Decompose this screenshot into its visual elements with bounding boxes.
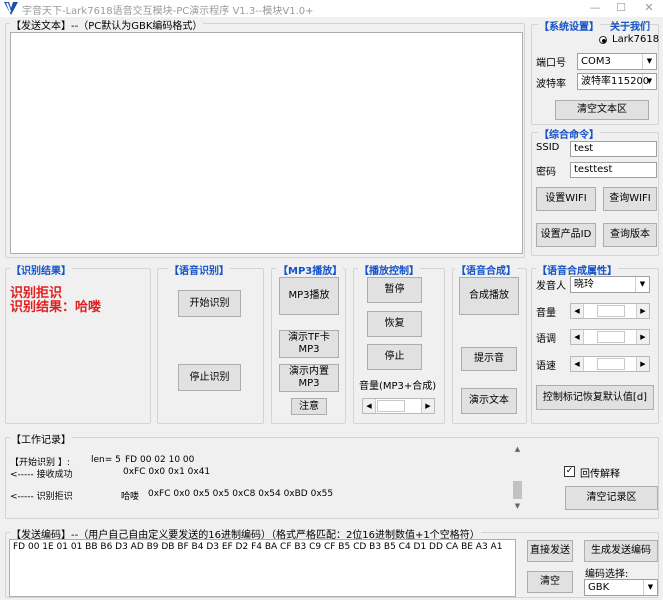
log-entry-2-data: 0xFC 0x0 0x1 0x41: [123, 467, 211, 477]
echo-checkbox[interactable]: ✓: [564, 466, 575, 477]
speaker-select-value: 晓玲: [574, 279, 594, 290]
chevron-down-icon: ▼: [643, 580, 657, 595]
play-tf-card-mp3-button[interactable]: 演示TF卡 MP3: [279, 330, 339, 358]
send-direct-button[interactable]: 直接发送: [527, 540, 573, 562]
send-text-title-label: 【发送文本】: [11, 21, 71, 32]
work-log-area[interactable]: 【开始识别 】: len= 5 FD 00 02 10 00 <----- 接收…: [8, 444, 524, 514]
clear-text-button[interactable]: 清空文本区: [555, 100, 649, 120]
work-log-scrollbar[interactable]: ▲ ▼: [511, 445, 524, 514]
query-wifi-button[interactable]: 查询WIFI: [603, 187, 657, 211]
synthesis-properties-title: 【语音合成属性】: [536, 262, 618, 277]
encoding-select-value: GBK: [588, 582, 610, 593]
about-us-link[interactable]: 关于我们: [610, 18, 650, 33]
stop-recognition-button[interactable]: 停止识别: [178, 364, 241, 391]
volume-slider[interactable]: ◀ ▶: [570, 303, 650, 319]
ssid-input[interactable]: test: [570, 141, 657, 157]
log-entry-1-data: FD 00 02 10 00: [125, 455, 195, 465]
log-entry-2-prefix: <----- 接收成功: [10, 470, 73, 480]
scroll-down-icon[interactable]: ▼: [511, 502, 524, 514]
speaker-select[interactable]: 晓玲 ▼: [570, 276, 650, 293]
recognition-result-title: 【识别结果】: [10, 262, 72, 277]
commands-title: 【综合命令】: [538, 126, 600, 141]
play-builtin-mp3-button[interactable]: 演示内置 MP3: [279, 364, 339, 392]
stop-button[interactable]: 停止: [367, 344, 422, 370]
encoding-select[interactable]: GBK ▼: [584, 579, 658, 596]
port-label: 端口号: [536, 58, 566, 69]
encoding-label: 编码选择:: [585, 569, 629, 580]
arrow-left-icon[interactable]: ◀: [363, 399, 376, 413]
arrow-right-icon[interactable]: ▶: [636, 357, 649, 371]
log-entry-3-data: 0xFC 0x0 0x5 0x5 0xC8 0x54 0xBD 0x55: [148, 489, 334, 499]
lark7618-radio[interactable]: [599, 36, 607, 44]
speaker-label: 发音人: [536, 281, 566, 292]
playback-control-title: 【播放控制】: [358, 262, 420, 277]
slider-thumb[interactable]: [377, 400, 405, 412]
resume-button[interactable]: 恢复: [367, 311, 422, 337]
system-settings-title: 【系统设置】: [538, 18, 600, 33]
arrow-left-icon[interactable]: ◀: [571, 304, 584, 318]
baud-select[interactable]: 波特率115200 ▼: [577, 73, 657, 90]
mp3-play-button[interactable]: MP3播放: [279, 277, 339, 315]
port-select-value: COM3: [581, 56, 611, 67]
app-logo-icon: [4, 2, 18, 15]
arrow-right-icon[interactable]: ▶: [636, 304, 649, 318]
scroll-up-icon[interactable]: ▲: [511, 445, 524, 457]
speed-label: 语速: [536, 361, 556, 372]
volume-mp3-slider[interactable]: ◀ ▶: [362, 398, 435, 414]
send-text-area[interactable]: [10, 32, 523, 254]
demo-text-button[interactable]: 演示文本: [461, 388, 517, 414]
volume-label: 音量: [536, 308, 556, 319]
arrow-left-icon[interactable]: ◀: [571, 357, 584, 371]
maximize-button[interactable]: ☐: [608, 0, 634, 17]
chevron-down-icon: ▼: [642, 54, 656, 69]
send-text-title: 【发送文本】--（PC默认为GBK编码格式）: [10, 17, 204, 32]
start-recognition-button[interactable]: 开始识别: [178, 290, 241, 317]
speech-recognition-title: 【语音识别】: [168, 262, 230, 277]
query-version-button[interactable]: 查询版本: [603, 223, 657, 247]
volume-mp3-label: 音量(MP3+合成): [359, 381, 437, 392]
synthesis-play-button[interactable]: 合成播放: [459, 277, 519, 315]
send-text-subtitle: --（PC默认为GBK编码格式）: [71, 21, 203, 32]
recognition-result-text: 识别结果：哈喽: [10, 300, 102, 315]
slider-thumb[interactable]: [597, 358, 625, 370]
pitch-slider[interactable]: ◀ ▶: [570, 329, 650, 345]
echo-label: 回传解释: [580, 469, 620, 480]
log-entry-3-prefix: <----- 识别拒识: [10, 492, 73, 502]
arrow-right-icon[interactable]: ▶: [636, 330, 649, 344]
chevron-down-icon: ▼: [642, 74, 656, 89]
slider-thumb[interactable]: [597, 305, 625, 317]
pitch-label: 语调: [536, 334, 556, 345]
mp3-title: 【MP3播放】: [277, 262, 344, 277]
clear-code-button[interactable]: 清空: [527, 571, 573, 593]
prompt-tone-button[interactable]: 提示音: [461, 347, 517, 371]
generate-code-button[interactable]: 生成发送编码: [584, 540, 658, 562]
port-select[interactable]: COM3 ▼: [577, 53, 657, 70]
baud-select-value: 波特率115200: [581, 76, 650, 87]
close-button[interactable]: ✕: [636, 0, 662, 17]
set-wifi-button[interactable]: 设置WIFI: [536, 187, 596, 211]
window-title: 宇音天下-Lark7618语音交互模块-PC演示程序 V1.3--模块V1.0+: [22, 6, 314, 17]
set-product-id-button[interactable]: 设置产品ID: [536, 223, 596, 247]
chevron-down-icon: ▼: [635, 277, 649, 292]
baud-label: 波特率: [536, 79, 566, 90]
slider-thumb[interactable]: [597, 331, 625, 343]
arrow-left-icon[interactable]: ◀: [571, 330, 584, 344]
restore-default-button[interactable]: 控制标记恢复默认值[d]: [536, 385, 654, 410]
minimize-button[interactable]: —: [582, 0, 608, 17]
scroll-thumb[interactable]: [513, 481, 522, 499]
pause-button[interactable]: 暂停: [367, 277, 422, 303]
lark7618-radio-label: Lark7618: [612, 34, 660, 45]
arrow-right-icon[interactable]: ▶: [421, 399, 434, 413]
log-entry-1-mid: len= 5: [91, 455, 121, 465]
clear-log-button[interactable]: 清空记录区: [565, 486, 658, 510]
speed-slider[interactable]: ◀ ▶: [570, 356, 650, 372]
note-button[interactable]: 注意: [291, 398, 327, 415]
send-code-input[interactable]: FD 00 1E 01 01 BB B6 D3 AD B9 DB BF B4 D…: [9, 539, 516, 597]
password-input[interactable]: testtest: [570, 162, 657, 178]
speech-synthesis-title: 【语音合成】: [455, 262, 517, 277]
log-entry-3-mid: 哈喽: [121, 492, 140, 502]
ssid-label: SSID: [536, 142, 560, 153]
password-label: 密码: [536, 167, 556, 178]
